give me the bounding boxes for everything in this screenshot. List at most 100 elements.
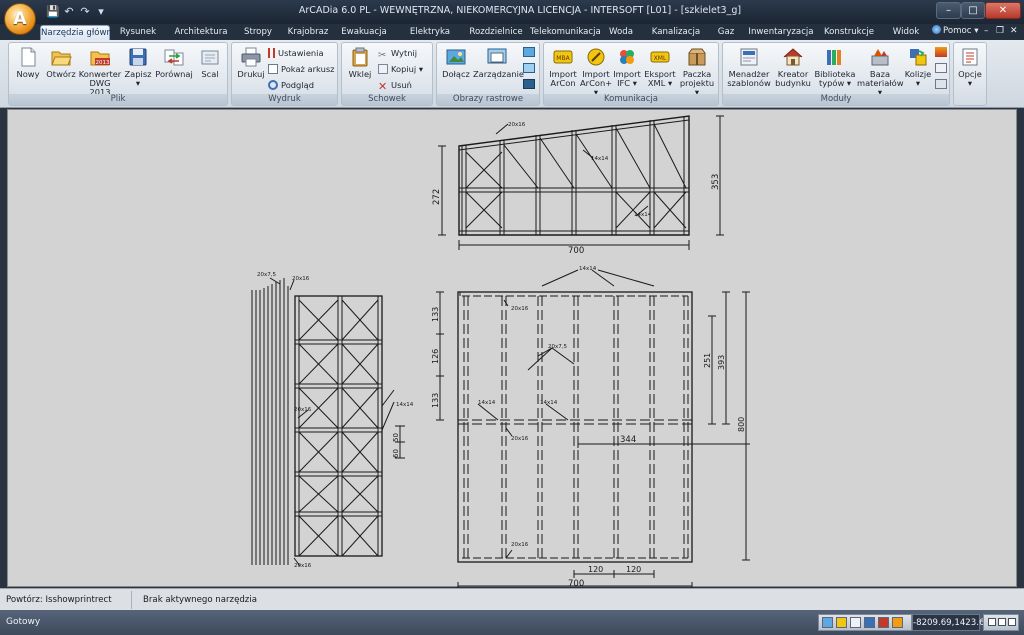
options-button[interactable]: Opcje ▾ <box>955 46 985 88</box>
dwg-converter-icon: 2013 <box>90 51 110 66</box>
quick-access-dropdown-icon[interactable]: ▾ <box>94 5 108 19</box>
package-icon <box>688 48 706 66</box>
image-tool-icon-3[interactable] <box>523 79 535 89</box>
collisions-dropdown-icon[interactable]: ▾ <box>916 78 920 88</box>
ortho-icon[interactable] <box>850 617 861 628</box>
command-bar: Powtórz: Isshowprintrect Brak aktywnego … <box>0 588 1024 610</box>
type-library-dropdown-icon[interactable]: ▾ <box>847 78 851 88</box>
grid-icon[interactable] <box>836 617 847 628</box>
repeat-command[interactable]: Powtórz: Isshowprintrect <box>6 595 112 605</box>
group-schowek-label: Schowek <box>342 94 432 105</box>
show-sheet-checkbox[interactable]: Pokaż arkusz <box>268 63 335 75</box>
save-icon[interactable]: 💾 <box>46 5 60 19</box>
help-menu[interactable]: Pomoc ▾ <box>932 25 979 36</box>
snap-icon[interactable] <box>822 617 833 628</box>
template-manager-button[interactable]: Menadżer szablonów <box>725 46 773 88</box>
attach-image-button[interactable]: Dołącz <box>439 46 473 79</box>
tab-stropy[interactable]: Stropy <box>240 25 276 40</box>
tab-inwentaryzacja[interactable]: Inwentaryzacja <box>746 25 816 40</box>
preview-button[interactable]: Podgląd <box>268 79 314 91</box>
drawing-workspace[interactable]: 20x16 14x14 14x14 700 272 353 20x7,5 20x… <box>7 109 1018 588</box>
tab-architektura[interactable]: Architektura <box>170 25 232 40</box>
application-menu-button[interactable]: A <box>4 3 36 35</box>
label-mid: 14x14 <box>591 156 609 162</box>
view-icon-1[interactable] <box>988 618 996 626</box>
tab-elektryka[interactable]: Elektryka <box>408 25 452 40</box>
dim-right-height-text: 353 <box>711 174 721 190</box>
tab-rozdzielnice[interactable]: Rozdzielnice <box>466 25 526 40</box>
merge-label: Scal <box>201 69 219 79</box>
side-dim-b: 60 <box>392 449 400 458</box>
delete-button[interactable]: ✕ Usuń <box>378 79 412 92</box>
view-icon-3[interactable] <box>1008 618 1016 626</box>
import-arcon-plus-button[interactable]: Import ArCon+ ▾ <box>580 46 612 97</box>
open-button[interactable]: Otwórz <box>44 46 78 79</box>
redo-icon[interactable]: ↷ <box>78 5 92 19</box>
copy-button[interactable]: Kopiuj ▾ <box>378 63 423 75</box>
type-library-button[interactable]: Biblioteka typów ▾ <box>813 46 857 88</box>
tab-widok[interactable]: Widok <box>886 25 926 40</box>
print-settings-button[interactable]: Ustawienia <box>268 47 324 59</box>
export-xml-dropdown-icon[interactable]: ▾ <box>668 78 672 88</box>
plan-dim-126-text: 126 <box>431 349 440 364</box>
merge-button[interactable]: Scal <box>194 46 226 79</box>
minimize-button[interactable]: – <box>936 2 961 19</box>
collisions-button[interactable]: Kolizje ▾ <box>903 46 933 88</box>
options-dropdown-icon[interactable]: ▾ <box>968 78 972 88</box>
plan-label-e: 20x16 <box>511 436 529 442</box>
print-button[interactable]: Drukuj <box>234 46 268 79</box>
tab-rysunek[interactable]: Rysunek <box>116 25 160 40</box>
new-button[interactable]: Nowy <box>12 46 44 79</box>
command-separator <box>131 591 132 609</box>
top-elevation: 20x16 14x14 14x14 700 272 353 <box>432 115 724 256</box>
undo-icon[interactable]: ↶ <box>62 5 76 19</box>
doc-close-button[interactable]: ✕ <box>1010 26 1018 36</box>
group-moduly: Menadżer szablonów Kreator budynku Bibli… <box>722 42 950 106</box>
group-plik: Nowy Otwórz 2013 Konwerter DWG 2013 Zapi… <box>8 42 228 106</box>
dim-width-text: 700 <box>568 246 584 256</box>
polar-icon[interactable] <box>878 617 889 628</box>
group-plik-label: Plik <box>9 94 227 105</box>
import-arcon-button[interactable]: MBA Import ArCon <box>546 46 580 88</box>
copy-dropdown-icon[interactable]: ▾ <box>419 64 423 74</box>
export-xml-button[interactable]: XML Eksport XML ▾ <box>642 46 678 88</box>
tracking-icon[interactable] <box>892 617 903 628</box>
building-wizard-button[interactable]: Kreator budynku <box>773 46 813 88</box>
tab-gaz[interactable]: Gaz <box>714 25 738 40</box>
save-button[interactable]: Zapisz ▾ <box>122 46 154 88</box>
paste-button[interactable]: Wklej <box>344 46 376 79</box>
import-ifc-button[interactable]: Import IFC ▾ <box>612 46 642 88</box>
manage-images-button[interactable]: Zarządzanie <box>473 46 524 79</box>
tab-ewakuacja[interactable]: Ewakuacja <box>336 25 392 40</box>
group-komunikacja-label: Komunikacja <box>544 94 718 105</box>
maximize-button[interactable]: □ <box>961 2 985 19</box>
module-tool-icon-2[interactable] <box>935 63 947 73</box>
cad-drawing[interactable]: 20x16 14x14 14x14 700 272 353 20x7,5 20x… <box>8 110 1018 588</box>
module-tool-icon-3[interactable] <box>935 79 947 89</box>
attach-image-label: Dołącz <box>442 69 470 79</box>
tab-krajobraz[interactable]: Krajobraz <box>284 25 332 40</box>
doc-minimize-button[interactable]: – <box>984 26 989 36</box>
layers-icon[interactable] <box>864 617 875 628</box>
side-dim-a: 50 <box>392 433 400 442</box>
save-dropdown-icon[interactable]: ▾ <box>136 78 140 88</box>
module-tool-icon-1[interactable] <box>935 47 947 57</box>
image-tool-icon-2[interactable] <box>523 63 535 73</box>
tab-telekomunikacja[interactable]: Telekomunikacja <box>530 25 601 40</box>
project-package-button[interactable]: Paczka projektu ▾ <box>678 46 716 97</box>
close-button[interactable]: ✕ <box>985 2 1021 19</box>
tab-narzedzia-glowne[interactable]: Narzędzia główn <box>40 25 112 40</box>
paste-label: Wklej <box>348 69 372 79</box>
tab-woda[interactable]: Woda <box>606 25 636 40</box>
tab-kanalizacja[interactable]: Kanalizacja <box>648 25 704 40</box>
dwg-converter-button[interactable]: 2013 Konwerter DWG 2013 <box>78 46 122 97</box>
cut-button[interactable]: ✂ Wytnij <box>378 47 417 61</box>
compare-button[interactable]: Porównaj <box>154 46 194 79</box>
import-ifc-dropdown-icon[interactable]: ▾ <box>633 78 637 88</box>
materials-base-button[interactable]: Baza materiałów ▾ <box>857 46 904 97</box>
floor-plan: 14x14 20x16 20x7,5 14x14 14x14 20x16 20x… <box>431 266 750 588</box>
doc-restore-button[interactable]: ❐ <box>996 26 1004 36</box>
image-tool-icon-1[interactable] <box>523 47 535 57</box>
view-icon-2[interactable] <box>998 618 1006 626</box>
tab-konstrukcje[interactable]: Konstrukcje <box>822 25 876 40</box>
